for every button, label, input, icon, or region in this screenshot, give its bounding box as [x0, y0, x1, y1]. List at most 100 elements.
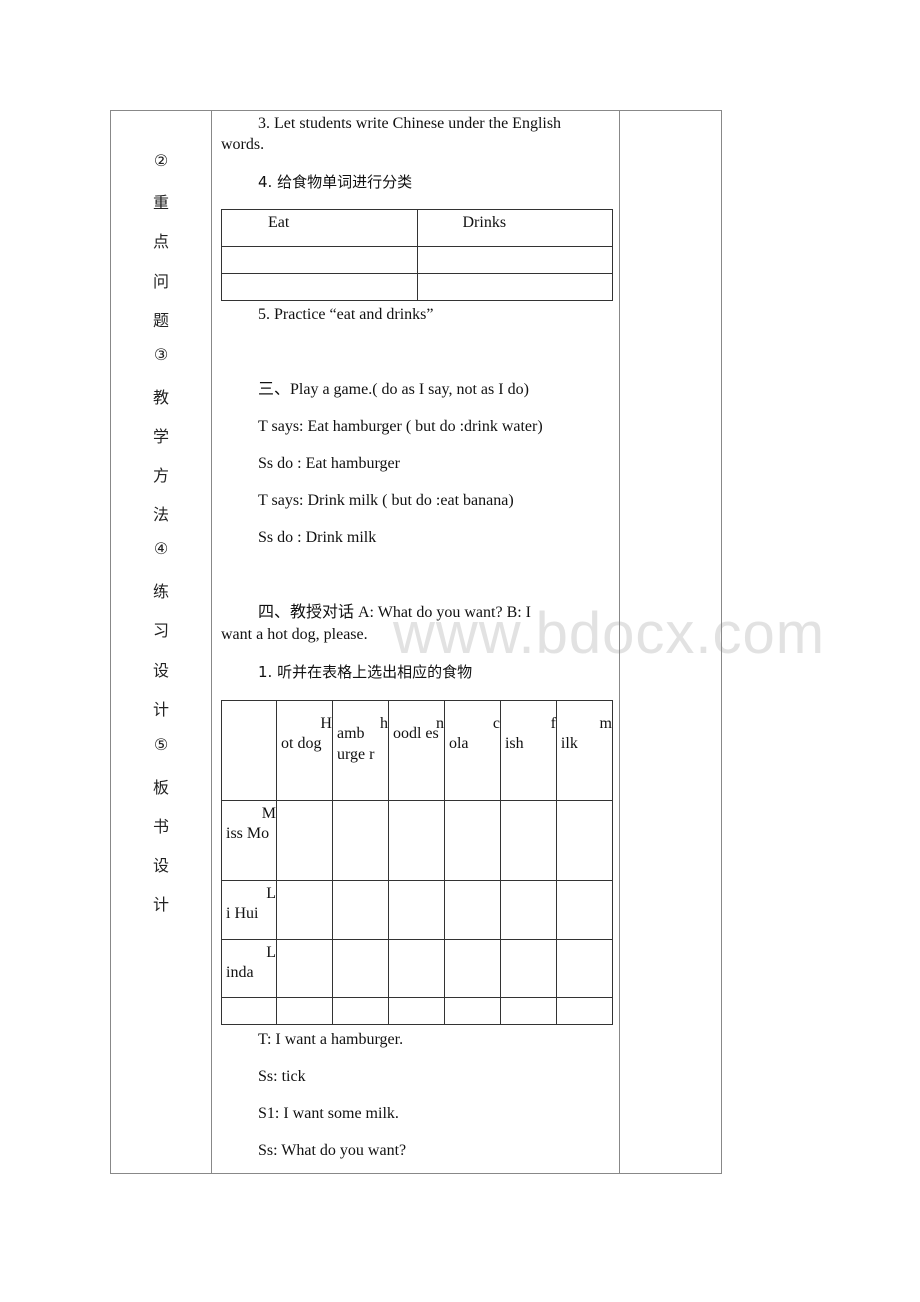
food-row-name: [221, 997, 277, 1025]
food-tick-cell[interactable]: [555, 997, 614, 1025]
section-label-char: ③: [153, 345, 169, 364]
section-label-char: 问: [152, 272, 169, 291]
food-header-cell: h amb urge r: [331, 700, 389, 801]
section-label-char: 教: [152, 388, 169, 407]
classify-table: Eat Drinks: [221, 209, 613, 301]
food-tick-cell[interactable]: [555, 800, 614, 881]
row-name-first-letter: M: [261, 805, 276, 822]
closing-line: S1: I want some milk.: [258, 1105, 399, 1122]
classify-cell: [416, 246, 613, 274]
lesson-plan-table: ②重点问题③教学方法④练习设计⑤板书设计 3. Let students wri…: [110, 110, 722, 1174]
food-header-rest: ot dog: [281, 735, 322, 752]
food-tick-cell[interactable]: [499, 800, 557, 881]
food-tick-cell[interactable]: [387, 800, 445, 881]
food-table-row: Miss Mo: [221, 800, 614, 881]
section-label-char: 习: [152, 621, 169, 640]
food-row-name: Li Hui: [221, 880, 277, 940]
row-name-rest: inda: [226, 964, 254, 981]
dialog-line2: want a hot dog, please.: [221, 626, 368, 643]
section-label-char: 书: [152, 817, 169, 836]
food-row-name: Miss Mo: [221, 800, 277, 881]
food-header-first-letter: H: [320, 715, 332, 732]
dialog-line1: 四、教授对话 A: What do you want? B: I: [258, 604, 532, 621]
food-tick-cell[interactable]: [443, 939, 501, 998]
food-header-rest: ish: [504, 735, 524, 752]
food-tick-cell[interactable]: [499, 880, 557, 940]
food-tick-cell[interactable]: [499, 997, 557, 1025]
food-row-name: Linda: [221, 939, 277, 998]
food-tick-cell[interactable]: [331, 997, 389, 1025]
food-tick-cell[interactable]: [331, 939, 389, 998]
food-tick-cell[interactable]: [387, 880, 445, 940]
teaching-content-column: 3. Let students write Chinese under the …: [212, 111, 620, 1173]
section-label-char: 法: [152, 505, 169, 524]
section-label-char: 设: [152, 661, 169, 680]
closing-line: Ss: tick: [258, 1068, 306, 1085]
food-header-first-letter: m: [599, 715, 612, 732]
section-label-char: 设: [152, 856, 169, 875]
food-header-cell: f ish: [499, 700, 557, 801]
food-tick-cell[interactable]: [276, 880, 333, 940]
food-tick-cell[interactable]: [555, 939, 614, 998]
section-label-char: 计: [152, 895, 169, 914]
food-tick-cell[interactable]: [276, 997, 333, 1025]
food-header-cell: n oodl es: [387, 700, 445, 801]
section-label-char: 方: [152, 466, 169, 485]
classify-cell: [221, 246, 418, 274]
classify-header-eat: Eat: [221, 209, 418, 247]
game-line: T says: Eat hamburger ( but do :drink wa…: [258, 418, 543, 435]
food-header-rest: amb urge r: [336, 725, 375, 763]
row-name-first-letter: L: [266, 885, 276, 902]
item-3-line2: words.: [221, 136, 265, 153]
closing-line: T: I want a hamburger.: [258, 1031, 404, 1048]
food-tick-cell[interactable]: [443, 880, 501, 940]
food-tick-cell[interactable]: [555, 880, 614, 940]
section-label-char: 学: [152, 427, 169, 446]
food-tick-cell[interactable]: [387, 939, 445, 998]
food-tick-cell[interactable]: [387, 997, 445, 1025]
section-label-char: 重: [152, 193, 169, 212]
food-tick-cell[interactable]: [443, 800, 501, 881]
section-label-char: 板: [152, 778, 169, 797]
food-tick-cell[interactable]: [331, 800, 389, 881]
food-header-first-letter: c: [492, 715, 500, 732]
section-label-column: ②重点问题③教学方法④练习设计⑤板书设计: [111, 111, 212, 1173]
food-table-row: Li Hui: [221, 880, 614, 940]
food-header-cell: m ilk: [555, 700, 614, 801]
closing-line: Ss: What do you want?: [258, 1142, 407, 1159]
section-label-char: 点: [152, 232, 169, 251]
item-5: 5. Practice “eat and drinks”: [258, 306, 434, 323]
notes-column: [620, 111, 721, 1173]
item-4: 4. 给食物单词进行分类: [258, 173, 413, 191]
item-3-line1: 3. Let students write Chinese under the …: [258, 115, 562, 132]
section-label-char: ⑤: [153, 735, 169, 754]
food-header-rest: ilk: [560, 735, 578, 752]
food-table-row: [221, 997, 614, 1025]
section-label-char: 练: [152, 582, 169, 601]
classify-header-drinks: Drinks: [416, 209, 613, 247]
food-tick-cell[interactable]: [443, 997, 501, 1025]
food-header-first-letter: f: [550, 715, 556, 732]
food-table-row: Linda: [221, 939, 614, 998]
listen-title: 1. 听并在表格上选出相应的食物: [258, 663, 473, 681]
food-header-rest: ola: [448, 735, 469, 752]
food-tick-cell[interactable]: [331, 880, 389, 940]
section-label-char: ②: [153, 151, 169, 170]
row-name-rest: i Hui: [226, 905, 259, 922]
row-name-rest: iss Mo: [226, 825, 270, 842]
food-header-cell: Hot dog: [276, 700, 333, 801]
game-line: Ss do : Eat hamburger: [258, 455, 400, 472]
food-header-rest: oodl es: [392, 725, 439, 742]
classify-cell: [221, 273, 418, 301]
food-header-blank: [221, 700, 277, 801]
food-selection-table: Hot dog h amb urge r n oodl es c ola f ish m ilk Mi…: [221, 700, 614, 1025]
game-title: 三、Play a game.( do as I say, not as I do…: [258, 381, 529, 398]
section-label-char: 计: [152, 700, 169, 719]
game-line: T says: Drink milk ( but do :eat banana): [258, 492, 514, 509]
row-name-first-letter: L: [266, 944, 276, 961]
food-tick-cell[interactable]: [499, 939, 557, 998]
food-header-cell: c ola: [443, 700, 501, 801]
food-tick-cell[interactable]: [276, 800, 333, 881]
food-tick-cell[interactable]: [276, 939, 333, 998]
section-label-char: ④: [153, 539, 169, 558]
